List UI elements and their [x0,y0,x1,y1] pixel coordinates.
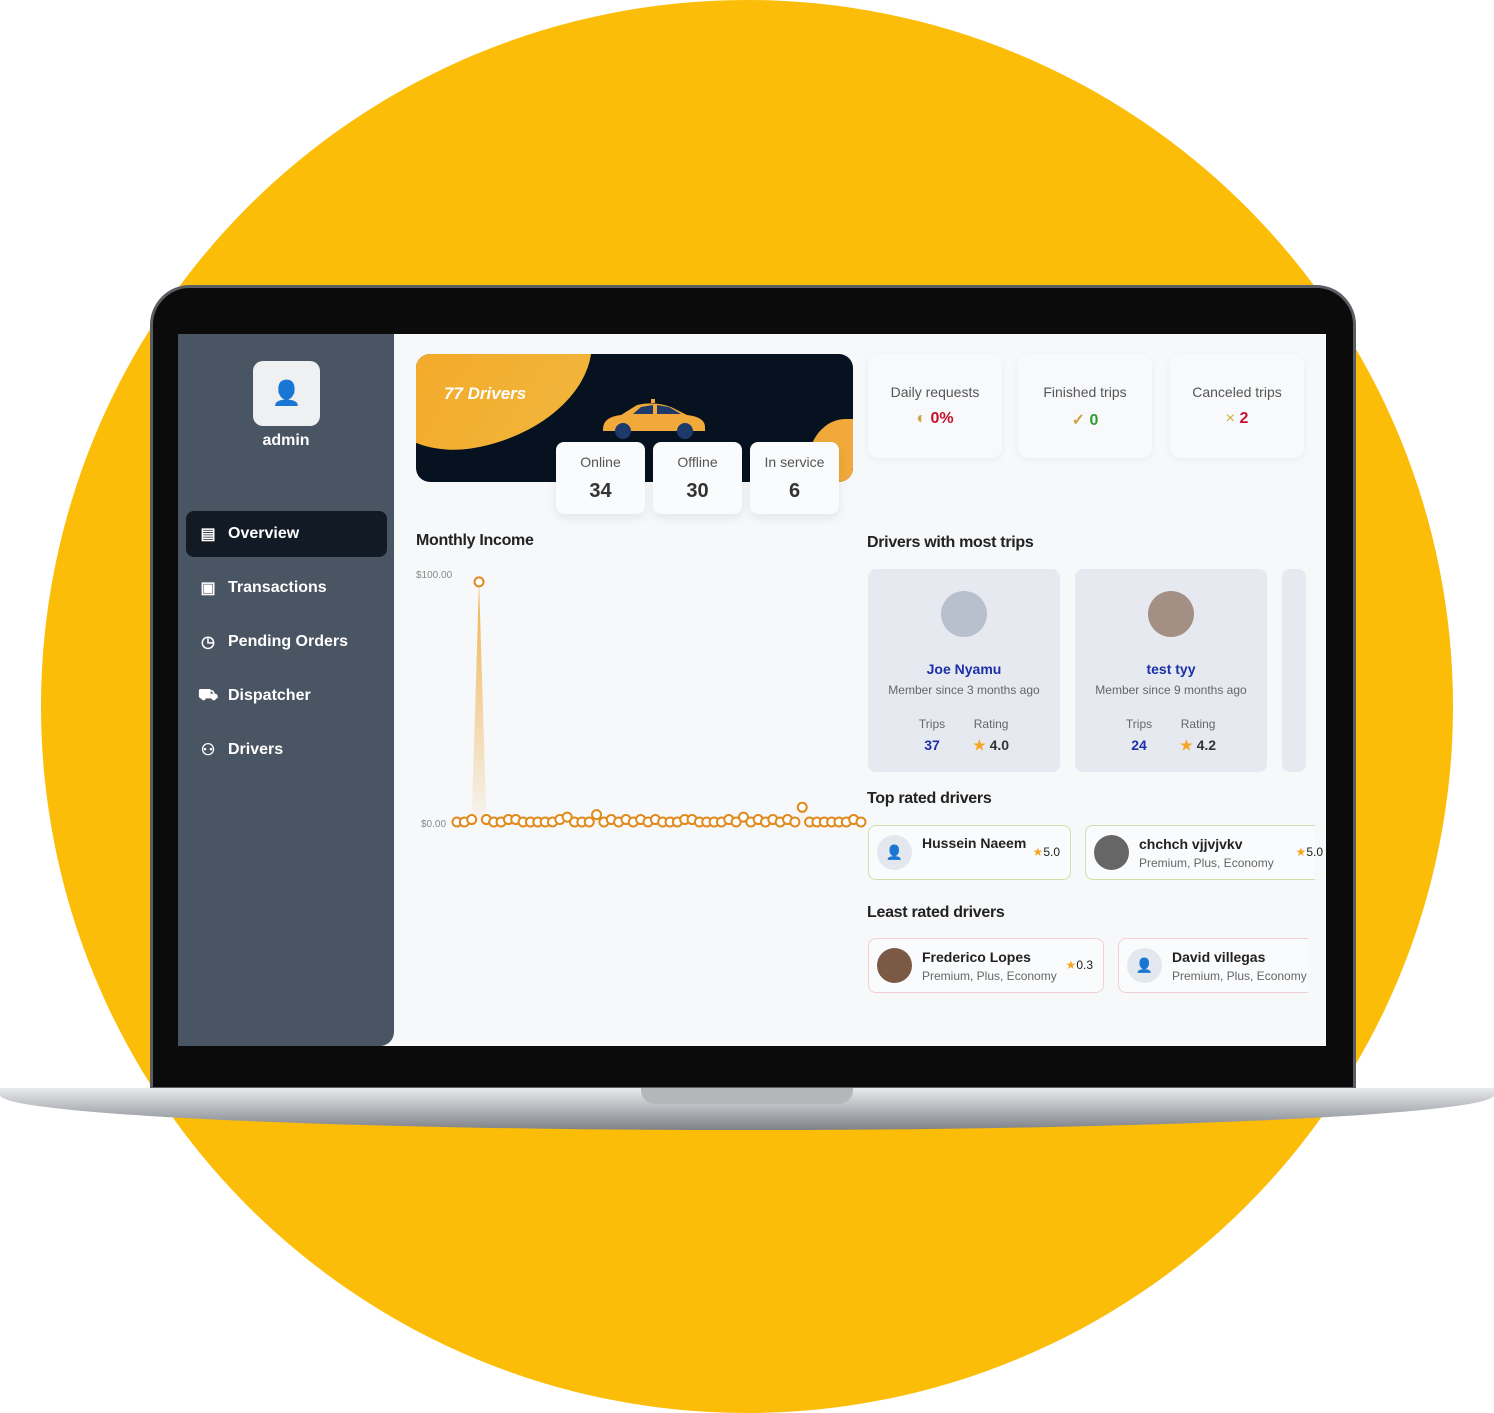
wallet-icon: ▣ [200,580,216,597]
trips-label: Trips [1125,717,1153,731]
rating-value: 0.3 [1076,958,1093,972]
sidebar-item-label: Dispatcher [228,687,311,704]
stat-value: 34 [589,480,612,502]
driver-card[interactable]: Joe Nyamu Member since 3 months ago Trip… [868,569,1060,772]
most-trips-title: Drivers with most trips [867,534,1034,551]
card-label: Canceled trips [1192,384,1282,400]
stat-label: Offline [677,454,718,470]
driver-avatar [1148,591,1194,637]
driver-name: Hussein Naeem [922,835,1027,851]
trips-value: 37 [924,737,940,753]
card-label: Daily requests [890,384,980,400]
driver-name: David villegas [1172,948,1266,965]
star-icon: ★ [1180,737,1193,753]
driver-name: Frederico Lopes [922,948,1031,965]
star-icon: ★ [1032,845,1044,859]
data-point[interactable] [583,816,595,828]
sidebar: 👤 admin ▤ Overview ▣ Transactions ◷ Pending… [178,334,394,1046]
least-rated-driver[interactable]: Frederico Lopes Premium, Plus, Economy ★0… [868,938,1104,993]
star-icon: ★ [1295,845,1307,859]
income-title: Monthly Income [416,532,534,549]
least-rated-driver[interactable]: 👤 David villegas Premium, Plus, Economy [1118,938,1308,993]
data-point[interactable] [789,816,801,828]
rating-label: Rating [973,717,1009,731]
income-line-chart [451,576,867,828]
data-point[interactable] [591,809,603,821]
driver-classes: Premium, Plus, Economy [1139,855,1274,870]
dashboard-screen: 👤 admin ▤ Overview ▣ Transactions ◷ Pending… [178,334,1326,1046]
income-area [457,581,861,822]
sidebar-item-label: Pending Orders [228,633,349,650]
star-icon: ★ [973,737,986,753]
user-icon: 👤 [877,835,912,870]
rating-value: 5.0 [1306,845,1323,859]
sidebar-item-label: Drivers [228,741,284,758]
card-label: Finished trips [1043,384,1127,400]
laptop-notch [641,1088,853,1104]
rating-value: 4.0 [989,737,1010,753]
stat-offline: Offline 30 [653,442,742,514]
driver-since: Member since 9 months ago [1095,683,1247,697]
stat-online: Online 34 [556,442,645,514]
drivers-count: 77 Drivers [444,384,527,403]
sidebar-item-drivers[interactable]: ⚇ Drivers [186,727,387,773]
stat-in-service: In service 6 [750,442,839,514]
stat-value: 6 [788,480,801,502]
rating-label: Rating [1180,717,1216,731]
driver-avatar [877,948,912,983]
rating-value: 5.0 [1043,845,1060,859]
card-value: 0 [1089,412,1099,429]
driver-name: chchch vjjvjvkv [1139,835,1243,852]
data-point[interactable] [473,576,485,588]
sidebar-item-label: Overview [228,525,300,542]
bar-chart-icon: ▤ [200,526,216,543]
sidebar-item-overview[interactable]: ▤ Overview [186,511,387,557]
x-icon: × [1225,410,1235,427]
stat-label: Online [580,454,621,470]
card-finished-trips: Finished trips ✓ 0 [1018,354,1152,458]
driver-avatar [1094,835,1129,870]
top-rated-driver[interactable]: chchch vjjvjvkv Premium, Plus, Economy ★5… [1085,825,1323,880]
users-icon: ⚇ [200,742,216,759]
stat-value: 30 [686,480,709,502]
y-tick-label: $100.00 [416,570,453,581]
sidebar-item-transactions[interactable]: ▣ Transactions [186,565,387,611]
top-rated-driver[interactable]: 👤 Hussein Naeem ★5.0 [868,825,1071,880]
card-daily-requests: Daily requests ◐ 0% [868,354,1002,458]
driver-name: test tyy [1146,661,1196,677]
data-point[interactable] [466,814,478,826]
driver-classes: Premium, Plus, Economy [922,968,1057,983]
user-name: admin [262,432,310,449]
trips-value: 24 [1131,737,1147,753]
sidebar-item-label: Transactions [228,579,327,596]
user-icon: 👤 [1127,948,1162,983]
speedometer-icon: ◐ [916,410,927,427]
sidebar-item-pending-orders[interactable]: ◷ Pending Orders [186,619,387,665]
card-value: 2 [1239,410,1249,427]
star-icon: ★ [1065,958,1077,972]
taxi-car-icon [603,399,705,439]
sidebar-item-dispatcher[interactable]: ⛟ Dispatcher [186,673,387,719]
user-avatar-icon[interactable]: 👤 [253,361,320,426]
data-point[interactable] [855,816,867,828]
least-rated-title: Least rated drivers [867,904,1005,921]
driver-since: Member since 3 months ago [888,683,1040,697]
driver-name: Joe Nyamu [926,661,1002,677]
driver-card-partial[interactable] [1282,569,1306,772]
data-point[interactable] [796,801,808,813]
car-icon: ⛟ [198,687,219,704]
clock-icon: ◷ [201,634,215,651]
stat-label: In service [764,454,825,470]
card-canceled-trips: Canceled trips × 2 [1170,354,1304,458]
y-tick-label: $0.00 [421,819,447,830]
rating-value: 4.2 [1196,737,1217,753]
driver-card[interactable]: test tyy Member since 9 months ago Trips… [1075,569,1267,772]
top-rated-title: Top rated drivers [867,790,992,807]
card-value: 0% [930,410,954,427]
trips-label: Trips [918,717,946,731]
driver-classes: Premium, Plus, Economy [1172,968,1307,983]
driver-avatar [941,591,987,637]
shield-check-icon: ✓ [1071,412,1086,429]
